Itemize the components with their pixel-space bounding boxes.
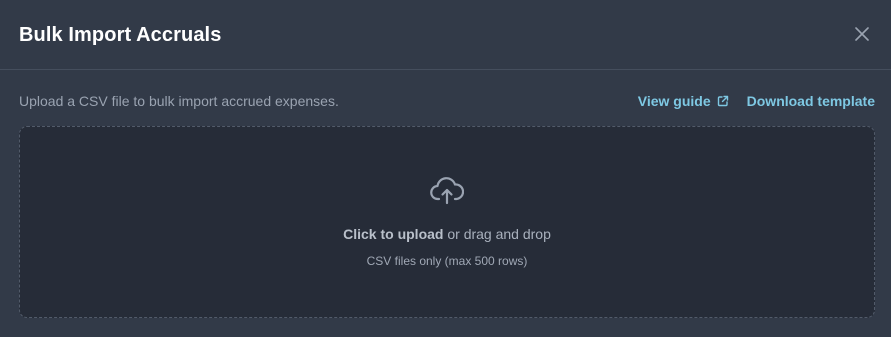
header-links: View guide Download template: [638, 92, 875, 110]
file-dropzone[interactable]: Click to upload or drag and drop CSV fil…: [19, 126, 875, 318]
click-to-upload-text[interactable]: Click to upload: [343, 226, 443, 242]
cloud-upload-icon: [430, 177, 464, 205]
close-button[interactable]: [853, 25, 871, 43]
close-icon: [855, 27, 869, 41]
modal-header: Bulk Import Accruals: [0, 0, 891, 70]
view-guide-label: View guide: [637, 93, 711, 109]
modal-title: Bulk Import Accruals: [19, 24, 222, 46]
file-requirements-hint: CSV files only (max 500 rows): [366, 254, 528, 268]
external-link-icon: [717, 95, 728, 107]
view-guide-link[interactable]: View guide: [638, 92, 729, 110]
download-template-link[interactable]: Download template: [747, 92, 875, 110]
bulk-import-modal: Bulk Import Accruals Upload a CSV file t…: [0, 0, 891, 337]
upload-prompt: Click to upload or drag and drop: [20, 225, 874, 243]
modal-body: Upload a CSV file to bulk import accrued…: [0, 70, 891, 336]
description-text: Upload a CSV file to bulk import accrued…: [19, 93, 339, 109]
download-template-label: Download template: [746, 93, 875, 109]
drag-drop-text: or drag and drop: [443, 226, 551, 242]
